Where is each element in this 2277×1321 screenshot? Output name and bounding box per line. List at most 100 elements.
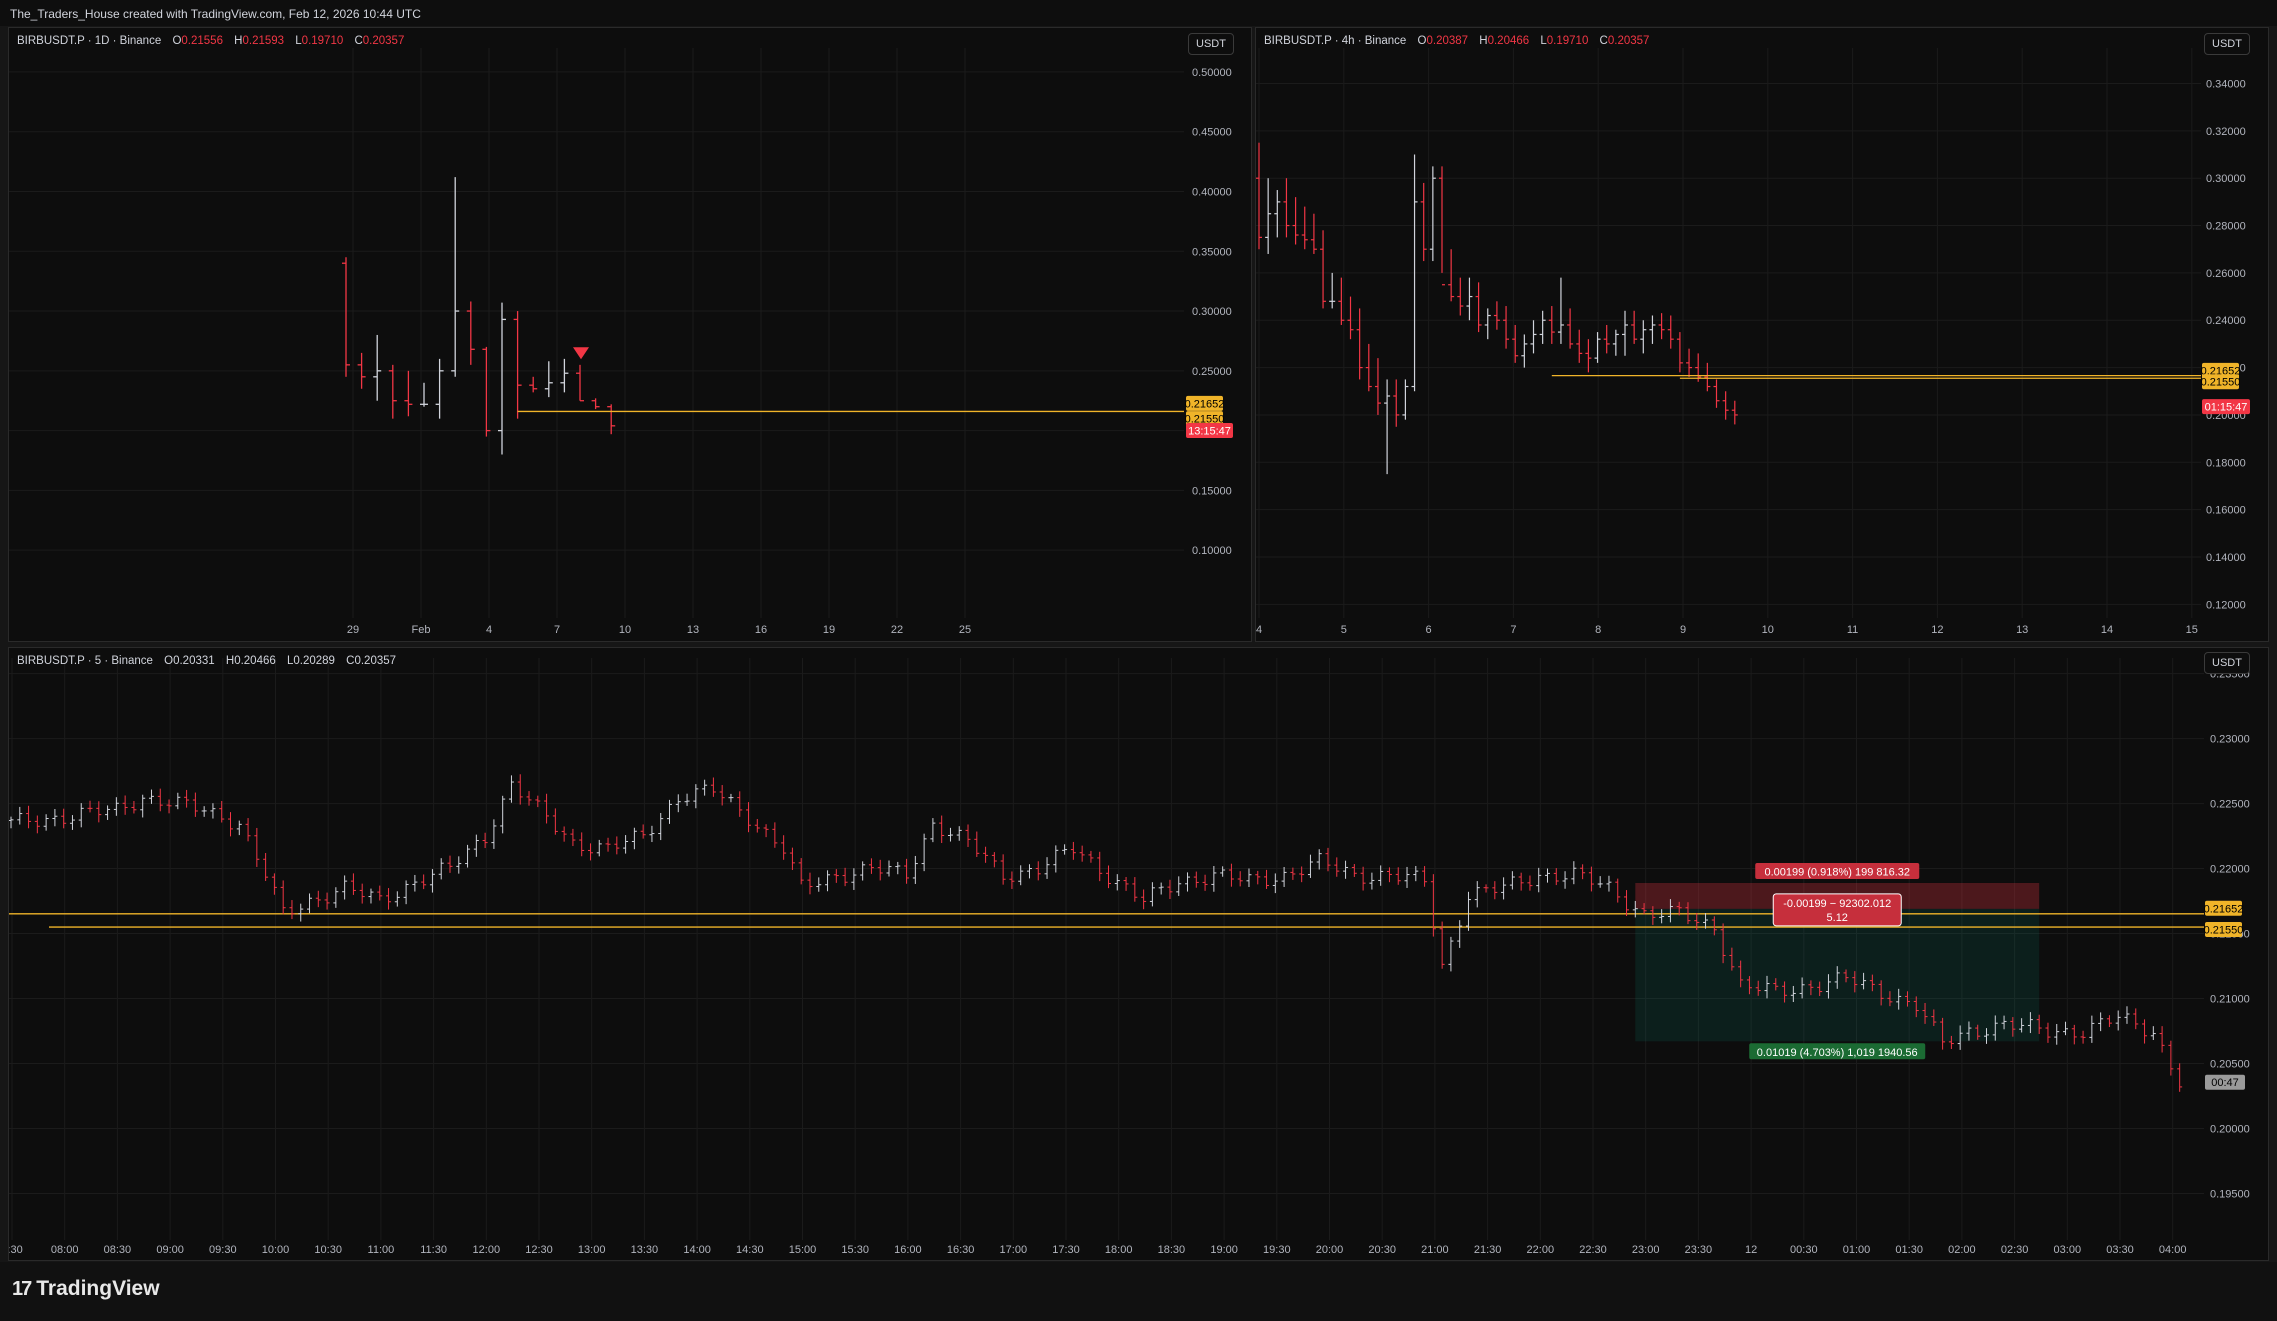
h4-open: 0.20387 <box>1426 35 1469 47</box>
x-tick-label: 14:30 <box>736 1244 764 1256</box>
m5-price-label-lower: 0.21550 <box>2204 925 2244 937</box>
tradingview-logo-icon: 17 <box>12 1278 32 1300</box>
y-tick-label: 0.30000 <box>2206 173 2246 185</box>
x-tick-label: 10 <box>1762 624 1774 636</box>
x-tick-label: 01:00 <box>1843 1244 1871 1256</box>
h4-countdown: 01:15:47 <box>2205 402 2248 414</box>
x-tick-label: 09:30 <box>209 1244 237 1256</box>
top-caption-bar: The_Traders_House created with TradingVi… <box>0 0 2277 26</box>
h4-legend: BIRBUSDT.P · 4h · Binance O0.20387 H0.20… <box>1264 35 1650 47</box>
daily-low: 0.19710 <box>301 35 344 47</box>
h4-high: 0.20466 <box>1487 35 1530 47</box>
x-tick-label: 22:00 <box>1527 1244 1555 1256</box>
daily-price-label-upper: 0.21652 <box>1185 398 1225 410</box>
brand-name: TradingView <box>36 1277 160 1300</box>
x-tick-label: 03:30 <box>2106 1244 2134 1256</box>
y-tick-label: 0.25000 <box>1192 366 1232 378</box>
x-tick-label: 09:00 <box>156 1244 184 1256</box>
x-tick-label: 14 <box>2101 624 2113 636</box>
x-tick-label: 15 <box>2186 624 2198 636</box>
daily-countdown: 13:15:47 <box>1188 426 1231 438</box>
y-tick-label: 0.19500 <box>2210 1189 2250 1201</box>
m5-symbol: BIRBUSDT.P · 5 · Binance <box>17 655 153 667</box>
y-tick-label: 0.40000 <box>1192 186 1232 198</box>
x-tick-label: 02:00 <box>1948 1244 1976 1256</box>
x-tick-label: 7:30 <box>9 1244 23 1256</box>
x-tick-label: 13:00 <box>578 1244 606 1256</box>
y-tick-label: 0.22000 <box>2210 864 2250 876</box>
daily-legend: BIRBUSDT.P · 1D · Binance O0.21556 H0.21… <box>17 35 405 47</box>
y-tick-label: 0.14000 <box>2206 552 2246 564</box>
x-tick-label: 10 <box>619 624 631 636</box>
h4-currency-button[interactable]: USDT <box>2204 33 2250 55</box>
h4-close: 0.20357 <box>1607 35 1650 47</box>
y-tick-label: 0.34000 <box>2206 79 2246 91</box>
x-tick-label: 4 <box>1256 624 1262 636</box>
x-tick-label: 08:30 <box>104 1244 132 1256</box>
y-tick-label: 0.32000 <box>2206 126 2246 138</box>
y-tick-label: 0.20000 <box>2210 1124 2250 1136</box>
m5-chart-canvas[interactable]: 0.195000.200000.205000.210000.215000.220… <box>9 648 2269 1261</box>
x-tick-label: 14:00 <box>683 1244 711 1256</box>
x-tick-label: 16 <box>755 624 767 636</box>
y-tick-label: 0.30000 <box>1192 306 1232 318</box>
m5-low: 0.20289 <box>293 655 335 667</box>
position-entry-label-line1: -0.00199 − 92302.012 <box>1783 898 1891 910</box>
position-entry-label-line2: 5.12 <box>1827 912 1848 924</box>
x-tick-label: 11:00 <box>368 1244 395 1256</box>
y-tick-label: 0.26000 <box>2206 268 2246 280</box>
x-tick-label: 00:30 <box>1790 1244 1818 1256</box>
x-tick-label: 23:30 <box>1685 1244 1713 1256</box>
x-tick-label: 22:30 <box>1579 1244 1607 1256</box>
x-tick-label: 01:30 <box>1895 1244 1923 1256</box>
chart-panel-4h[interactable]: 0.120000.140000.160000.180000.200000.220… <box>1255 27 2269 642</box>
x-tick-label: 20:30 <box>1368 1244 1396 1256</box>
daily-currency-button[interactable]: USDT <box>1188 33 1234 55</box>
x-tick-label: 8 <box>1595 624 1601 636</box>
position-target-label: 0.01019 (4.703%) 1,019 1940.56 <box>1757 1047 1918 1059</box>
caption-text: The_Traders_House created with TradingVi… <box>10 7 421 21</box>
x-tick-label: 21:00 <box>1421 1244 1449 1256</box>
y-tick-label: 0.21000 <box>2210 994 2250 1006</box>
h4-symbol: BIRBUSDT.P · 4h · Binance <box>1264 35 1407 47</box>
m5-open: 0.20331 <box>173 655 215 667</box>
x-tick-label: 22 <box>891 624 903 636</box>
x-tick-label: 10:30 <box>314 1244 342 1256</box>
h4-price-label-lower: 0.21550 <box>2201 377 2241 389</box>
x-tick-label: 02:30 <box>2001 1244 2029 1256</box>
m5-currency-button[interactable]: USDT <box>2204 652 2250 674</box>
x-tick-label: 9 <box>1680 624 1686 636</box>
tradingview-logo[interactable]: 17 TradingView <box>12 1277 160 1301</box>
x-tick-label: 03:00 <box>2054 1244 2082 1256</box>
position-stop-label: 0.00199 (0.918%) 199 816.32 <box>1764 866 1910 878</box>
chart-panel-5m[interactable]: 0.195000.200000.205000.210000.215000.220… <box>8 647 2269 1261</box>
x-tick-label: Feb <box>412 624 431 636</box>
sell-signal-marker <box>573 347 589 360</box>
x-tick-label: 15:30 <box>841 1244 869 1256</box>
y-tick-label: 0.28000 <box>2206 221 2246 233</box>
daily-high: 0.21593 <box>242 35 285 47</box>
x-tick-label: 13 <box>687 624 699 636</box>
bottom-bar <box>0 1262 2277 1321</box>
y-tick-label: 0.45000 <box>1192 127 1232 139</box>
x-tick-label: 18:30 <box>1158 1244 1186 1256</box>
x-tick-label: 15:00 <box>789 1244 817 1256</box>
x-tick-label: 04:00 <box>2159 1244 2187 1256</box>
x-tick-label: 12 <box>1745 1244 1757 1256</box>
x-tick-label: 19 <box>823 624 835 636</box>
x-tick-label: 17:30 <box>1052 1244 1080 1256</box>
x-tick-label: 25 <box>959 624 971 636</box>
chart-panel-daily[interactable]: 0.100000.150000.200000.250000.300000.350… <box>8 27 1252 642</box>
h4-low: 0.19710 <box>1546 35 1589 47</box>
m5-countdown: 00:47 <box>2211 1077 2239 1089</box>
y-tick-label: 0.50000 <box>1192 67 1232 79</box>
y-tick-label: 0.22500 <box>2210 799 2250 811</box>
daily-open: 0.21556 <box>181 35 223 47</box>
x-tick-label: 11 <box>1847 624 1858 636</box>
h4-chart-canvas[interactable]: 0.120000.140000.160000.180000.200000.220… <box>1256 28 2269 642</box>
daily-chart-canvas[interactable]: 0.100000.150000.200000.250000.300000.350… <box>9 28 1252 642</box>
x-tick-label: 19:00 <box>1210 1244 1238 1256</box>
x-tick-label: 16:00 <box>894 1244 922 1256</box>
y-tick-label: 0.16000 <box>2206 505 2246 517</box>
x-tick-label: 6 <box>1426 624 1432 636</box>
